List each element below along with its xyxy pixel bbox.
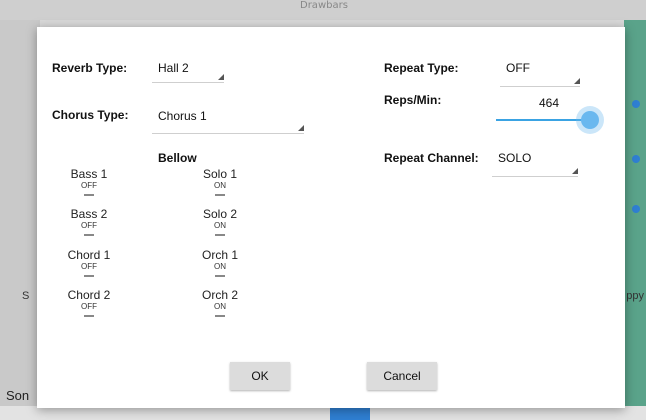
toggle-orch-1[interactable]: Orch 1 ON [193, 249, 247, 277]
chorus-type-value: Chorus 1 [158, 109, 207, 123]
toggle-state: ON [214, 221, 226, 230]
toggle-label: Solo 2 [202, 207, 238, 221]
background-footer [0, 406, 646, 420]
background-footer-tab [330, 408, 370, 420]
reps-min-label: Reps/Min: [384, 93, 442, 107]
reps-min-slider-thumb[interactable] [581, 111, 599, 129]
repeat-type-value: OFF [506, 61, 530, 75]
background-left-label: S [22, 290, 30, 302]
toggle-solo-2[interactable]: Solo 2 ON [193, 208, 247, 236]
toggle-orch-2[interactable]: Orch 2 ON [193, 289, 247, 317]
toggle-indicator [84, 194, 94, 196]
toggle-label: Orch 1 [201, 248, 238, 262]
toggle-bass-1[interactable]: Bass 1 OFF [62, 168, 116, 196]
dropdown-arrow-icon [298, 125, 304, 131]
dropdown-arrow-icon [218, 74, 224, 80]
reps-min-value: 464 [539, 96, 560, 110]
toggle-indicator [215, 275, 225, 277]
toggle-label: Bass 1 [70, 167, 108, 181]
toggle-indicator [215, 234, 225, 236]
background-right-label: ppy [626, 290, 644, 302]
toggle-indicator [84, 315, 94, 317]
toggle-indicator [84, 275, 94, 277]
background-indicator-icon [632, 205, 640, 213]
toggle-solo-1[interactable]: Solo 1 ON [193, 168, 247, 196]
repeat-channel-select[interactable]: SOLO [492, 150, 578, 177]
background-indicator-icon [632, 100, 640, 108]
reverb-type-label: Reverb Type: [52, 61, 128, 75]
toggle-chord-2[interactable]: Chord 2 OFF [62, 289, 116, 317]
toggle-chord-1[interactable]: Chord 1 OFF [62, 249, 116, 277]
repeat-channel-label: Repeat Channel: [384, 151, 479, 165]
chorus-type-select[interactable]: Chorus 1 [152, 107, 304, 134]
toggle-label: Solo 1 [202, 167, 238, 181]
toggle-state: ON [214, 181, 226, 190]
toggle-indicator [215, 194, 225, 196]
toggle-state: OFF [81, 181, 97, 190]
bellow-heading: Bellow [158, 151, 197, 165]
background-bottom-label: Son [6, 388, 30, 403]
settings-dialog: Reverb Type: Hall 2 Chorus Type: Chorus … [37, 27, 625, 408]
repeat-type-label: Repeat Type: [384, 61, 459, 75]
background-title: Drawbars [300, 0, 348, 11]
repeat-type-select[interactable]: OFF [500, 60, 580, 87]
toggle-state: ON [214, 302, 226, 311]
chorus-type-label: Chorus Type: [52, 108, 129, 122]
toggle-state: OFF [81, 221, 97, 230]
reverb-type-select[interactable]: Hall 2 [152, 60, 224, 83]
toggle-bass-2[interactable]: Bass 2 OFF [62, 208, 116, 236]
dropdown-arrow-icon [572, 168, 578, 174]
reps-min-slider[interactable] [496, 119, 590, 121]
toggle-indicator [215, 315, 225, 317]
repeat-channel-value: SOLO [498, 151, 532, 165]
toggle-state: OFF [81, 262, 97, 271]
toggle-label: Bass 2 [70, 207, 108, 221]
background-right-panel [624, 20, 646, 410]
toggle-indicator [84, 234, 94, 236]
toggle-label: Chord 2 [67, 288, 111, 302]
background-left-panel [0, 20, 40, 420]
toggle-state: ON [214, 262, 226, 271]
ok-button[interactable]: OK [230, 362, 290, 390]
dropdown-arrow-icon [574, 78, 580, 84]
reverb-type-value: Hall 2 [158, 61, 189, 75]
toggle-label: Chord 1 [67, 248, 111, 262]
background-indicator-icon [632, 155, 640, 163]
toggle-state: OFF [81, 302, 97, 311]
toggle-label: Orch 2 [201, 288, 238, 302]
cancel-button[interactable]: Cancel [367, 362, 437, 390]
